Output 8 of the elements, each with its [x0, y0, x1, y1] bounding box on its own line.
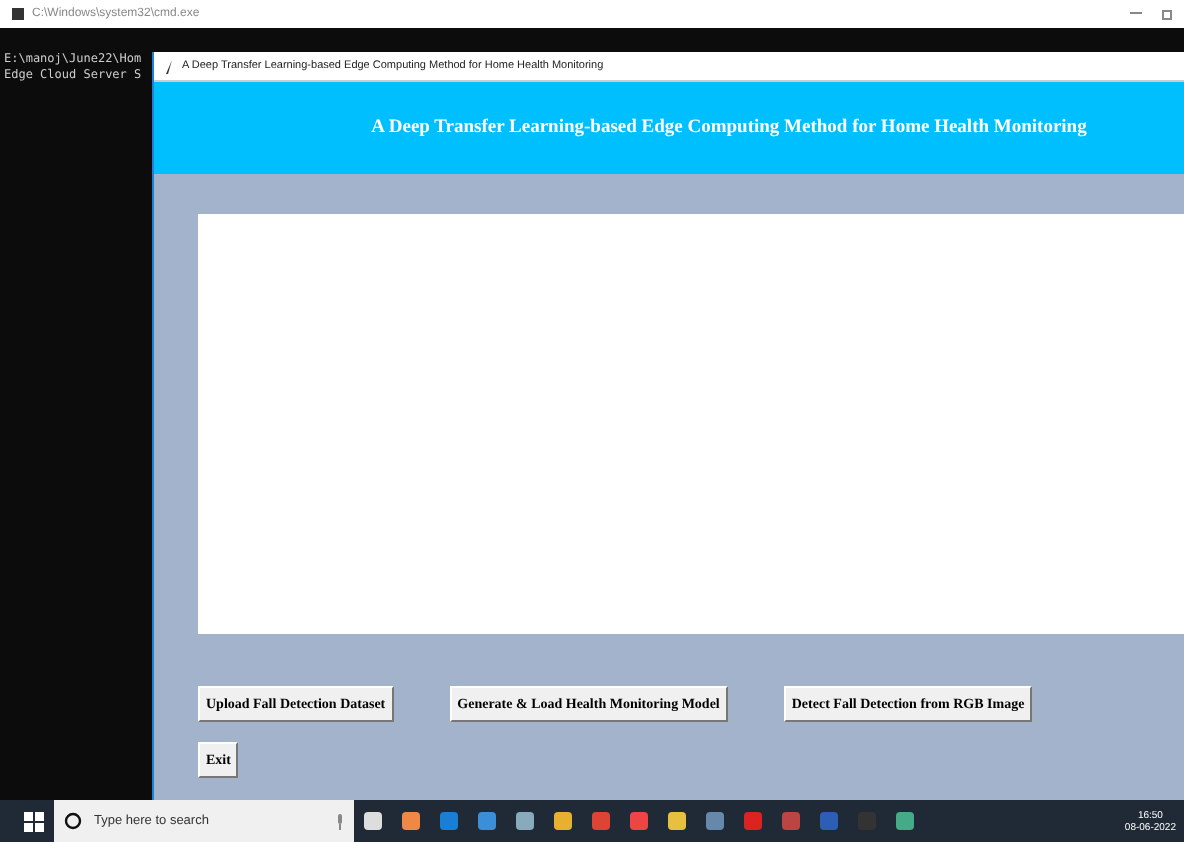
header-title: A Deep Transfer Learning-based Edge Computing Method for Home Health Monitoring	[371, 118, 1087, 138]
microphone-icon	[336, 813, 344, 829]
windows-start-icon[interactable]	[24, 811, 44, 831]
minimize-icon[interactable]	[1130, 12, 1142, 16]
maximize-icon[interactable]	[1162, 9, 1172, 19]
console-icon	[12, 8, 24, 20]
feather-icon	[164, 59, 174, 73]
search-icon	[64, 812, 82, 830]
